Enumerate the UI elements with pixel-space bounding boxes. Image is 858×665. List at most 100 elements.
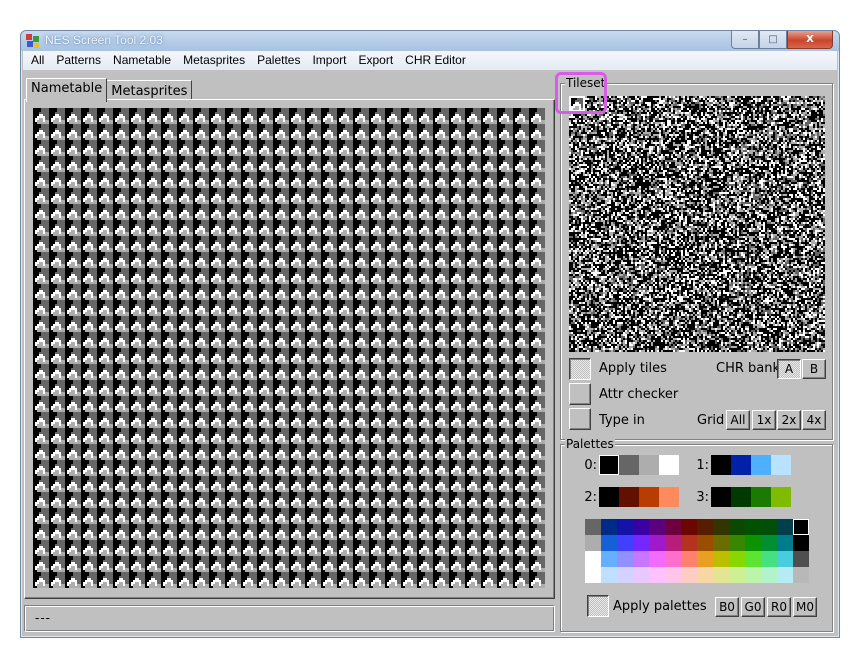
menu-import[interactable]: Import [306,51,352,70]
nes-color-cell[interactable] [745,519,761,535]
palette-swatch[interactable] [639,455,659,475]
palette-swatch[interactable] [599,455,619,475]
menu-metasprites[interactable]: Metasprites [177,51,251,70]
menu-nametable[interactable]: Nametable [107,51,177,70]
nes-color-cell[interactable] [585,567,601,583]
nes-color-cell[interactable] [793,535,809,551]
palette-swatch[interactable] [599,487,619,507]
palette-g0-button[interactable]: G0 [741,597,765,617]
palette-swatch[interactable] [619,455,639,475]
nes-color-cell[interactable] [777,519,793,535]
nes-color-cell[interactable] [649,535,665,551]
maximize-button[interactable]: □ [759,31,787,49]
nes-color-cell[interactable] [761,535,777,551]
nes-color-cell[interactable] [585,551,601,567]
nes-color-cell[interactable] [633,519,649,535]
nes-color-cell[interactable] [665,551,681,567]
nametable-canvas[interactable] [33,108,545,588]
grid-1x-button[interactable]: 1x [752,410,776,430]
palette-swatch[interactable] [619,487,639,507]
palette-swatch[interactable] [731,455,751,475]
palette-r0-button[interactable]: R0 [767,597,791,617]
nes-color-cell[interactable] [617,519,633,535]
nes-color-cell[interactable] [601,551,617,567]
apply-palettes-checkbox[interactable] [587,595,609,617]
nes-color-cell[interactable] [697,551,713,567]
grid-2x-button[interactable]: 2x [777,410,801,430]
nes-color-cell[interactable] [681,519,697,535]
nes-color-cell[interactable] [665,519,681,535]
grid-4x-button[interactable]: 4x [802,410,826,430]
palette-swatch[interactable] [659,455,679,475]
nes-color-cell[interactable] [649,551,665,567]
palette-swatch[interactable] [711,455,731,475]
nes-color-cell[interactable] [649,567,665,583]
palette-swatch[interactable] [639,487,659,507]
nes-color-cell[interactable] [729,519,745,535]
nes-color-cell[interactable] [585,535,601,551]
nes-color-cell[interactable] [777,535,793,551]
nes-color-cell[interactable] [617,567,633,583]
nes-color-cell[interactable] [777,551,793,567]
nes-color-cell[interactable] [601,535,617,551]
nes-color-cell[interactable] [729,551,745,567]
nes-color-cell[interactable] [633,567,649,583]
nes-color-cell[interactable] [745,567,761,583]
nes-color-cell[interactable] [729,535,745,551]
apply-tiles-checkbox[interactable] [569,358,591,380]
nes-color-cell[interactable] [649,519,665,535]
nes-color-cell[interactable] [713,567,729,583]
title-bar[interactable]: NES Screen Tool 2.03 – □ X [21,31,839,51]
nes-color-cell[interactable] [681,551,697,567]
chr-bank-a-button[interactable]: A [777,359,801,379]
palette-swatch[interactable] [771,455,791,475]
nes-color-cell[interactable] [617,551,633,567]
nes-color-cell[interactable] [697,535,713,551]
menu-chr-editor[interactable]: CHR Editor [399,51,472,70]
nes-color-cell[interactable] [793,567,809,583]
menu-all[interactable]: All [23,51,50,70]
nes-color-cell[interactable] [745,551,761,567]
grid-all-button[interactable]: All [726,410,750,430]
palette-m0-button[interactable]: M0 [793,597,817,617]
palette-swatch[interactable] [711,487,731,507]
type-in-checkbox[interactable] [569,408,591,430]
nes-color-cell[interactable] [729,567,745,583]
chr-bank-b-button[interactable]: B [802,359,826,379]
nes-color-cell[interactable] [761,519,777,535]
nes-color-cell[interactable] [745,535,761,551]
nes-color-cell[interactable] [633,535,649,551]
nes-color-cell[interactable] [777,567,793,583]
minimize-button[interactable]: – [731,31,759,49]
nes-color-cell[interactable] [713,551,729,567]
tab-nametable[interactable]: Nametable [26,78,108,102]
nes-color-cell[interactable] [617,535,633,551]
tileset-canvas[interactable] [569,96,825,352]
nes-color-cell[interactable] [665,567,681,583]
nes-color-cell[interactable] [665,535,681,551]
nes-color-cell[interactable] [793,519,809,535]
palette-b0-button[interactable]: B0 [715,597,739,617]
nes-color-cell[interactable] [713,519,729,535]
menu-palettes[interactable]: Palettes [251,51,306,70]
palette-swatch[interactable] [771,487,791,507]
nes-color-cell[interactable] [585,519,601,535]
nes-color-cell[interactable] [681,567,697,583]
nes-color-cell[interactable] [761,567,777,583]
nes-color-cell[interactable] [793,551,809,567]
attr-checker-checkbox[interactable] [569,383,591,405]
palette-swatch[interactable] [751,487,771,507]
menu-patterns[interactable]: Patterns [50,51,107,70]
nes-color-cell[interactable] [697,567,713,583]
nes-color-cell[interactable] [761,551,777,567]
nes-color-cell[interactable] [697,519,713,535]
palette-swatch[interactable] [751,455,771,475]
nes-color-cell[interactable] [601,567,617,583]
palette-swatch[interactable] [731,487,751,507]
nes-color-cell[interactable] [633,551,649,567]
close-button[interactable]: X [787,31,833,49]
menu-export[interactable]: Export [352,51,399,70]
nes-color-cell[interactable] [713,535,729,551]
palette-swatch[interactable] [659,487,679,507]
nes-color-cell[interactable] [681,535,697,551]
